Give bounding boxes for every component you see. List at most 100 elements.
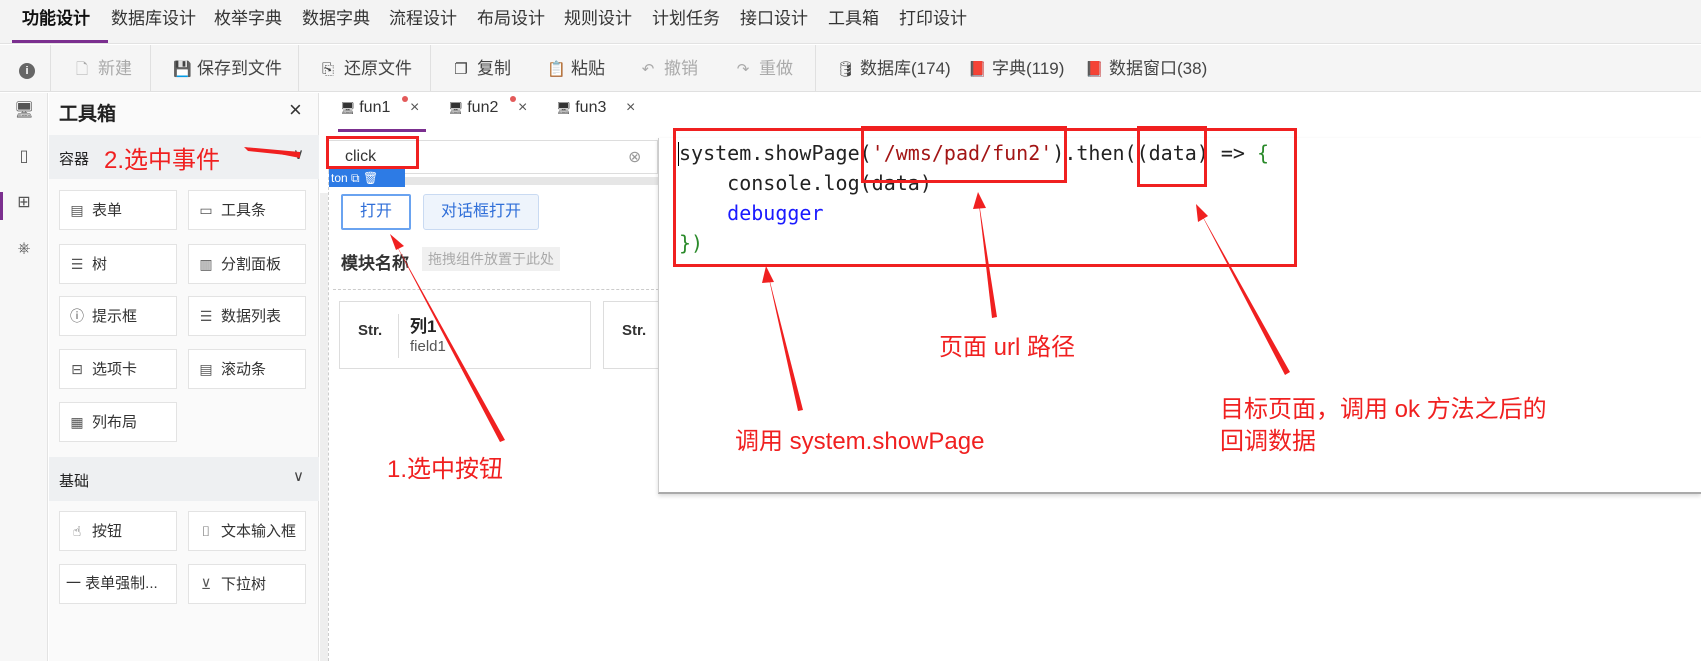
info-icon: ⓘ [70,308,84,324]
copy-button[interactable]: ❐ 复制 [453,45,511,92]
monitor-icon: 🖥 [556,101,572,115]
menu-function-design[interactable]: 功能设计 [22,0,90,44]
info-icon[interactable]: i [19,45,43,92]
section-basic[interactable]: 基础 ∨ [49,457,319,501]
selected-component-label: ton ⧉ 🗑 [329,169,405,187]
data-window-button[interactable]: 📕 数据窗口(38) [1085,45,1207,92]
toolbox-icon[interactable]: ⊞ [14,193,34,213]
toolbar: i 🗋 新建 💾 保存到文件 ⎘ 还原文件 ❐ 复制 📋 粘贴 ↶ 撤销 ↷ 重做 🛢 数据库(… [0,45,1701,92]
tool-form-force[interactable]: 一 表单强制... [59,564,177,604]
toolbar-separator [150,45,151,92]
divider [333,289,659,290]
tool-dropdown-tree[interactable]: ⊻ 下拉树 [188,564,306,604]
menu-enum-dictionary[interactable]: 枚举字典 [214,0,282,44]
delete-icon[interactable]: 🗑 [363,171,378,185]
close-icon[interactable]: × [410,93,419,123]
clear-icon[interactable]: ⊗ [628,147,641,167]
module-title: 模块名称 [341,254,409,273]
column-card[interactable]: Str. 列1 field1 [339,301,591,369]
tool-column-layout[interactable]: ▦ 列布局 [59,402,177,442]
side-rail: 🖥 ▯ ⊞ ⎈ [0,93,48,661]
tool-split-panel[interactable]: ▥ 分割面板 [188,244,306,284]
close-icon[interactable]: × [518,93,527,123]
tablet-icon[interactable]: ▯ [14,147,34,167]
book-icon: 📕 [968,61,987,78]
tab-fun2[interactable]: 🖥 fun2 × [448,93,527,131]
tool-tree[interactable]: ☰ 树 [59,244,177,284]
dictionary-button[interactable]: 📕 字典(119) [968,45,1064,92]
section-title: 基础 [59,473,90,490]
vertical-scrollbar[interactable] [320,193,328,661]
redo-button[interactable]: ↷ 重做 [735,45,793,92]
menu-print-design[interactable]: 打印设计 [899,0,967,44]
chevron-down-icon: ∨ [293,468,304,485]
monitor-icon[interactable]: 🖥 [14,101,34,121]
tab-fun3[interactable]: 🖥 fun3 × [556,93,635,131]
module-drop-hint: 拖拽组件放置于此处 [422,247,560,271]
save-icon: 💾 [173,61,192,78]
menu-layout-design[interactable]: 布局设计 [477,0,545,44]
tool-data-list[interactable]: ☰ 数据列表 [188,296,306,336]
tool-tabs[interactable]: ⊟ 选项卡 [59,349,177,389]
active-rail-indicator [0,192,3,220]
restore-icon: ⎘ [321,61,334,78]
tool-text-input[interactable]: ⌷ 文本输入框 [188,511,306,551]
tool-tooltip[interactable]: ⓘ 提示框 [59,296,177,336]
tool-form[interactable]: ▤ 表单 [59,190,177,230]
text-input-icon: ⌷ [201,523,211,539]
column-field: field1 [410,338,446,355]
tool-button[interactable]: ☝ 按钮 [59,511,177,551]
toolbox-panel: 工具箱 × 容器 ∨ ▤ 表单 ▭ 工具条 ☰ 树 ▥ 分割面板 ⓘ 提示框 ☰ 数据列表 … [49,93,319,661]
menu-interface-design[interactable]: 接口设计 [740,0,808,44]
string-type-icon: Str. [622,322,647,339]
file-icon: 🗋 [75,61,89,78]
scrollbar-icon: ▤ [199,361,213,377]
string-type-icon: Str. [358,322,383,339]
column-card[interactable]: Str. [603,301,663,369]
dialog-open-button[interactable]: 对话框打开 [423,194,539,230]
tool-scrollbar[interactable]: ▤ 滚动条 [188,349,306,389]
dropdown-icon: ⊻ [200,576,212,592]
annotation-box-url [861,126,1067,183]
annotation-page-url: 页面 url 路径 [939,334,1076,361]
database-button[interactable]: 🛢 数据库(174) [836,45,951,92]
menu-flow-design[interactable]: 流程设计 [389,0,457,44]
design-canvas: ton ⧉ 🗑 打开 对话框打开 模块名称 拖拽组件放置于此处 Str. 列1 … [328,169,663,661]
list-icon: ☰ [199,308,213,324]
monitor-icon: 🖥 [448,101,464,115]
toolbar-separator [815,45,816,92]
component-tree-icon[interactable]: ⎈ [14,239,34,259]
monitor-icon: 🖥 [340,101,356,115]
menu-data-dictionary[interactable]: 数据字典 [302,0,370,44]
close-icon[interactable]: × [626,93,635,123]
copy-icon[interactable]: ⧉ [351,171,360,185]
restore-file-button[interactable]: ⎘ 还原文件 [320,45,412,92]
annotation-call-showpage: 调用 system.showPage [735,428,985,455]
annotation-callback-2: 回调数据 [1220,428,1316,455]
copy-icon: ❐ [454,61,468,78]
modified-dot [402,96,408,102]
menu-database-design[interactable]: 数据库设计 [111,0,196,44]
chevron-down-icon: ∨ [293,146,304,163]
annotation-callback-1: 目标页面，调用 ok 方法之后的 [1220,396,1547,423]
active-tab-underline [338,129,426,132]
tree-icon: ☰ [70,256,84,272]
new-button[interactable]: 🗋 新建 [74,45,132,92]
tool-toolbar[interactable]: ▭ 工具条 [188,190,306,230]
menu-scheduled-tasks[interactable]: 计划任务 [652,0,720,44]
annotation-select-event: 2.选中事件 [104,147,221,174]
annotation-select-button: 1.选中按钮 [387,456,504,483]
paste-button[interactable]: 📋 粘贴 [547,45,605,92]
form-icon: ▤ [70,202,84,218]
toolbar-separator [50,45,51,92]
open-button[interactable]: 打开 [341,194,411,230]
annotation-box-event [326,136,419,169]
save-to-file-button[interactable]: 💾 保存到文件 [173,45,282,92]
menu-toolbox[interactable]: 工具箱 [828,0,879,44]
undo-button[interactable]: ↶ 撤销 [640,45,698,92]
tab-fun1[interactable]: 🖥 fun1 × [340,93,419,131]
menu-rule-design[interactable]: 规则设计 [564,0,632,44]
divider [398,314,399,358]
close-icon[interactable]: × [289,97,302,123]
column-name: 列1 [410,317,437,336]
